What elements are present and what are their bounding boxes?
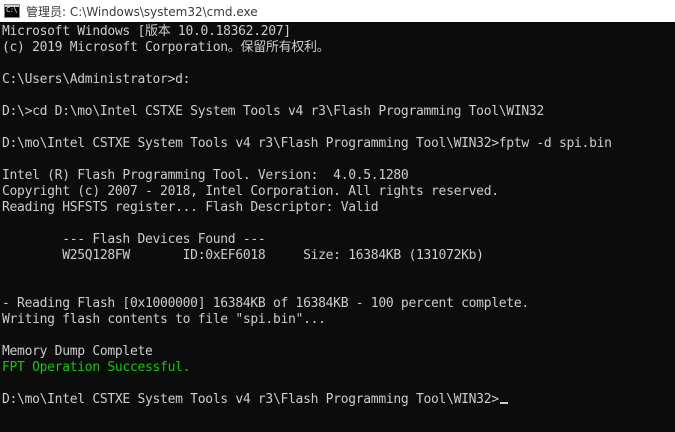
window-title: 管理员: C:\Windows\system32\cmd.exe xyxy=(26,4,258,19)
console-line-current-prompt[interactable]: D:\mo\Intel CSTXE System Tools v4 r3\Fla… xyxy=(2,392,675,408)
console-line-intel-copyright: Copyright (c) 2007 - 2018, Intel Corpora… xyxy=(2,184,499,199)
text-cursor xyxy=(499,402,508,404)
title-bar[interactable]: C:\ 管理员: C:\Windows\system32\cmd.exe xyxy=(0,0,675,22)
console-line-reading-progress: - Reading Flash [0x1000000] 16384KB of 1… xyxy=(2,296,529,311)
cmd-icon-glyph: C:\ xyxy=(6,6,18,14)
console-line-tool-version: Intel (R) Flash Programming Tool. Versio… xyxy=(2,168,409,183)
console-line-dump-complete: Memory Dump Complete xyxy=(2,344,153,359)
console-line-version: Microsoft Windows [版本 10.0.18362.207] xyxy=(2,24,291,39)
prompt-text: D:\mo\Intel CSTXE System Tools v4 r3\Fla… xyxy=(2,392,499,407)
console-line-fptw-command: D:\mo\Intel CSTXE System Tools v4 r3\Fla… xyxy=(2,136,612,151)
console-output[interactable]: Microsoft Windows [版本 10.0.18362.207] (c… xyxy=(0,24,675,432)
console-line-cd: D:\>cd D:\mo\Intel CSTXE System Tools v4… xyxy=(2,104,544,119)
console-line-copyright: (c) 2019 Microsoft Corporation。保留所有权利。 xyxy=(2,40,330,55)
cmd-window: C:\ 管理员: C:\Windows\system32\cmd.exe Mic… xyxy=(0,0,675,432)
console-line-hsfsts: Reading HSFSTS register... Flash Descrip… xyxy=(2,200,379,215)
console-line-writing-file: Writing flash contents to file "spi.bin"… xyxy=(2,312,326,327)
cmd-icon[interactable]: C:\ xyxy=(4,4,20,18)
console-line-device-info: W25Q128FW ID:0xEF6018 Size: 16384KB (131… xyxy=(2,248,484,263)
console-line-prompt-d: C:\Users\Administrator>d: xyxy=(2,72,191,87)
console-line-devices-header: --- Flash Devices Found --- xyxy=(2,232,266,247)
console-line-success: FPT Operation Successful. xyxy=(2,360,191,375)
